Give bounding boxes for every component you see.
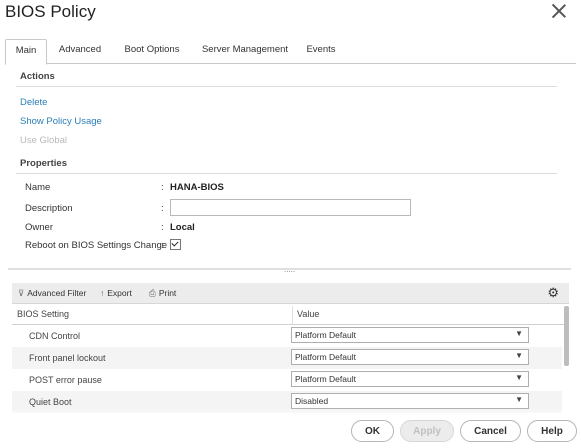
reboot-label: Reboot on BIOS Settings Change <box>25 240 168 251</box>
table-row: CDN Control Platform Default ▼ <box>12 325 562 347</box>
caret-down-icon: ▼ <box>515 373 523 382</box>
filter-icon: ⊽ <box>18 288 25 298</box>
dropdown-value: Disabled <box>295 396 329 406</box>
properties-separator <box>16 173 557 174</box>
setting-name: Quiet Boot <box>29 397 72 407</box>
value-dropdown[interactable]: Platform Default ▼ <box>291 327 529 343</box>
export-button[interactable]: ↑ Export <box>100 288 132 298</box>
name-colon: : <box>161 182 164 193</box>
cancel-button[interactable]: Cancel <box>460 420 521 442</box>
dropdown-value: Platform Default <box>295 352 356 362</box>
advanced-filter-button[interactable]: ⊽ Advanced Filter <box>18 288 86 299</box>
table-row: Front panel lockout Platform Default ▼ <box>12 347 562 369</box>
properties-header: Properties <box>20 158 67 169</box>
column-divider <box>292 306 293 324</box>
print-button[interactable]: ⎙ Print <box>149 288 176 299</box>
description-colon: : <box>161 203 164 214</box>
advanced-filter-label: Advanced Filter <box>27 288 87 298</box>
table-toolbar: ⊽ Advanced Filter ↑ Export ⎙ Print ⚙ <box>12 283 569 304</box>
description-label: Description <box>25 203 73 214</box>
value-dropdown[interactable]: Platform Default ▼ <box>291 349 529 365</box>
setting-name: CDN Control <box>29 331 81 341</box>
help-button[interactable]: Help <box>527 420 577 442</box>
name-label: Name <box>25 182 51 193</box>
tab-main[interactable]: Main <box>5 39 47 65</box>
export-label: Export <box>107 288 132 298</box>
actions-header: Actions <box>20 71 55 82</box>
reboot-checkbox[interactable] <box>170 239 181 250</box>
close-icon[interactable] <box>551 3 567 19</box>
tab-events[interactable]: Events <box>303 39 339 62</box>
setting-name: Front panel lockout <box>29 353 106 363</box>
reboot-colon: : <box>161 240 164 251</box>
show-policy-usage-link[interactable]: Show Policy Usage <box>20 116 102 127</box>
tab-server-management[interactable]: Server Management <box>197 39 293 62</box>
column-value[interactable]: Value <box>297 309 319 319</box>
dropdown-value: Platform Default <box>295 330 356 340</box>
use-global-link: Use Global <box>20 135 67 146</box>
owner-value: Local <box>170 222 195 233</box>
owner-label: Owner <box>25 222 53 233</box>
dialog-title: BIOS Policy <box>5 2 96 21</box>
tab-advanced[interactable]: Advanced <box>54 39 106 62</box>
ok-button[interactable]: OK <box>351 420 394 442</box>
caret-down-icon: ▼ <box>515 395 523 404</box>
table-header: BIOS Setting Value <box>12 306 569 325</box>
column-bios-setting[interactable]: BIOS Setting <box>17 309 69 319</box>
print-icon: ⎙ <box>149 288 156 298</box>
table-row: POST error pause Platform Default ▼ <box>12 369 562 391</box>
caret-down-icon: ▼ <box>515 329 523 338</box>
print-label: Print <box>158 288 177 298</box>
tab-boot-options[interactable]: Boot Options <box>119 39 185 62</box>
description-field[interactable] <box>170 199 411 216</box>
gear-icon[interactable]: ⚙ <box>547 285 559 301</box>
actions-separator <box>16 86 557 87</box>
name-value: HANA-BIOS <box>170 182 224 193</box>
value-dropdown[interactable]: Platform Default ▼ <box>291 371 529 387</box>
apply-button: Apply <box>400 420 454 442</box>
value-dropdown[interactable]: Disabled ▼ <box>291 393 529 409</box>
export-icon: ↑ <box>100 288 105 298</box>
splitter-grip[interactable]: ..... <box>284 265 295 274</box>
delete-link[interactable]: Delete <box>20 97 47 108</box>
owner-colon: : <box>161 222 164 233</box>
table-scrollbar[interactable] <box>564 306 569 366</box>
caret-down-icon: ▼ <box>515 351 523 360</box>
dropdown-value: Platform Default <box>295 374 356 384</box>
tab-bar: Main Advanced Boot Options Server Manage… <box>5 39 576 65</box>
setting-name: POST error pause <box>29 375 102 385</box>
